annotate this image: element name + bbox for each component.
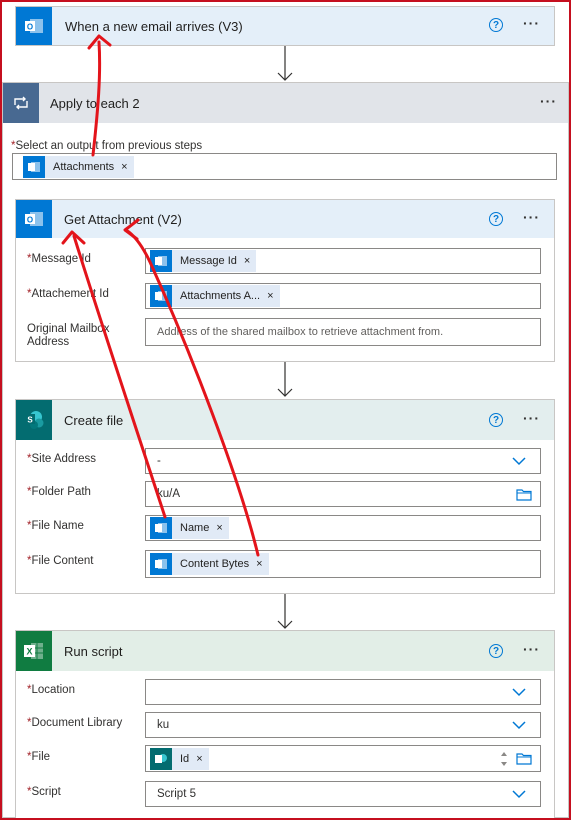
remove-token-icon[interactable]: × <box>256 558 262 570</box>
file-field[interactable]: Id × <box>145 745 541 772</box>
script-dropdown[interactable]: Script 5 <box>145 781 541 807</box>
remove-token-icon[interactable]: × <box>244 255 250 267</box>
folder-path-field[interactable]: ku/A <box>145 481 541 507</box>
file-label: *File <box>27 751 51 763</box>
chevron-down-icon[interactable] <box>512 685 526 699</box>
file-content-label: *File Content <box>27 555 94 567</box>
folder-icon[interactable] <box>516 752 532 765</box>
help-icon[interactable]: ? <box>489 644 503 658</box>
get-attachment-title: Get Attachment (V2) <box>64 211 182 227</box>
select-output-field[interactable]: Attachments × <box>12 153 557 180</box>
more-options-icon[interactable]: ··· <box>523 15 540 31</box>
file-content-field[interactable]: Content Bytes × <box>145 550 541 578</box>
remove-token-icon[interactable]: × <box>121 161 127 173</box>
create-file-header[interactable]: S Create file <box>16 400 554 440</box>
location-label: *Location <box>27 684 75 696</box>
outlook-icon: O <box>16 7 52 45</box>
create-file-title: Create file <box>64 412 124 428</box>
apply-to-each-title: Apply to each 2 <box>50 95 140 111</box>
file-name-field[interactable]: Name × <box>145 515 541 541</box>
attachments-id-token[interactable]: Attachments A... × <box>150 285 280 307</box>
chevron-down-icon[interactable] <box>512 718 526 732</box>
original-mailbox-field[interactable]: Address of the shared mailbox to retriev… <box>145 318 541 346</box>
excel-icon: X <box>16 631 52 671</box>
name-token[interactable]: Name × <box>150 517 229 539</box>
attachment-id-field[interactable]: Attachments A... × <box>145 283 541 309</box>
run-script-title: Run script <box>64 643 123 659</box>
document-library-dropdown[interactable]: ku <box>145 712 541 738</box>
folder-path-label: *Folder Path <box>27 486 91 498</box>
file-name-label: *File Name <box>27 520 84 532</box>
remove-token-icon[interactable]: × <box>267 290 273 302</box>
get-attachment-header[interactable]: O Get Attachment (V2) <box>16 200 554 238</box>
site-address-dropdown[interactable]: - <box>145 448 541 474</box>
message-id-field[interactable]: Message Id × <box>145 248 541 274</box>
remove-token-icon[interactable]: × <box>216 522 222 534</box>
location-dropdown[interactable] <box>145 679 541 705</box>
script-label: *Script <box>27 786 61 798</box>
trigger-card[interactable]: O When a new email arrives (V3) ? ··· <box>15 6 555 46</box>
outlook-icon <box>150 250 172 272</box>
chevron-down-icon[interactable] <box>512 454 526 468</box>
help-icon[interactable]: ? <box>489 18 503 32</box>
content-bytes-token[interactable]: Content Bytes × <box>150 553 269 575</box>
select-output-label: *Select an output from previous steps <box>11 140 203 152</box>
outlook-icon <box>150 517 172 539</box>
chevron-down-icon[interactable] <box>512 787 526 801</box>
connector-arrow-icon <box>277 594 293 629</box>
sharepoint-icon: S <box>16 400 52 440</box>
message-id-token[interactable]: Message Id × <box>150 250 257 272</box>
connector-arrow-icon <box>277 362 293 397</box>
message-id-label: *Message Id <box>27 253 91 265</box>
more-options-icon[interactable]: ··· <box>523 209 540 225</box>
original-mailbox-label: Original Mailbox Address <box>27 323 110 348</box>
site-address-label: *Site Address <box>27 453 97 465</box>
svg-text:O: O <box>27 23 33 32</box>
svg-text:O: O <box>27 216 33 225</box>
outlook-icon: O <box>16 200 52 238</box>
outlook-icon <box>150 285 172 307</box>
outlook-icon <box>23 155 45 178</box>
attachments-token[interactable]: Attachments × <box>23 155 134 178</box>
more-options-icon[interactable]: ··· <box>523 410 540 426</box>
attachment-id-label: *Attachement Id <box>27 288 109 300</box>
loop-icon <box>3 83 39 123</box>
trigger-title: When a new email arrives (V3) <box>65 18 243 34</box>
apply-to-each-header[interactable]: Apply to each 2 <box>3 83 568 123</box>
more-options-icon[interactable]: ··· <box>540 93 557 109</box>
svg-text:S: S <box>27 416 33 425</box>
document-library-label: *Document Library <box>27 717 123 729</box>
resize-stepper-icon[interactable] <box>500 750 508 768</box>
sharepoint-icon <box>150 747 172 770</box>
id-token[interactable]: Id × <box>150 747 209 770</box>
remove-token-icon[interactable]: × <box>196 753 202 765</box>
svg-text:X: X <box>26 647 32 657</box>
help-icon[interactable]: ? <box>489 212 503 226</box>
run-script-header[interactable]: X Run script <box>16 631 554 671</box>
connector-arrow-icon <box>277 46 293 81</box>
outlook-icon <box>150 553 172 575</box>
help-icon[interactable]: ? <box>489 413 503 427</box>
folder-icon[interactable] <box>516 488 532 501</box>
more-options-icon[interactable]: ··· <box>523 641 540 657</box>
